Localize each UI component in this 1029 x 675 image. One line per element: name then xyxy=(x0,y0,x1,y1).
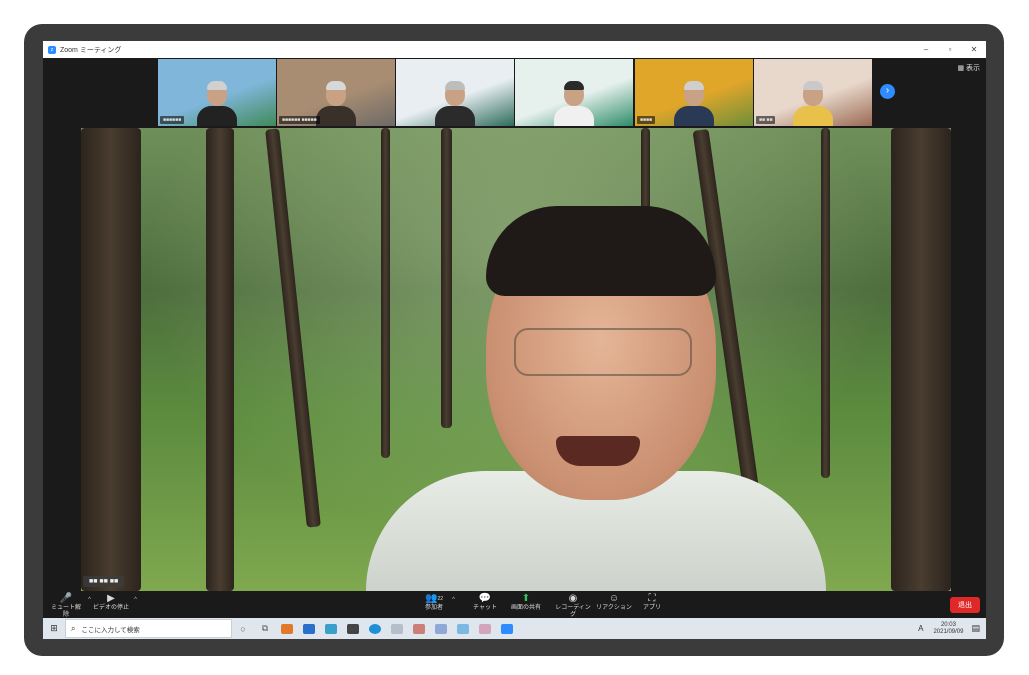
participants-icon: 👥22 xyxy=(424,593,443,604)
participant-video xyxy=(316,81,356,126)
video-camera-icon: ▶ xyxy=(107,593,115,604)
taskbar-app-mail[interactable] xyxy=(303,623,315,634)
monitor-frame: z Zoom ミーティング – ▫ ✕ ■■■■■■ ■■■■■■ ■■■■■ xyxy=(24,24,1004,656)
taskbar-app-browser[interactable] xyxy=(325,623,337,634)
participants-button[interactable]: 👥22 参加者 ^ xyxy=(421,593,455,612)
chevron-up-icon[interactable]: ^ xyxy=(452,597,455,604)
grid-icon: ▦ xyxy=(957,65,966,72)
view-label: 表示 xyxy=(966,65,980,72)
chat-label: チャット xyxy=(473,605,497,611)
apps-button[interactable]: ⛶ アプリ xyxy=(641,593,663,612)
participant-thumbnail[interactable]: ■■■■■■ xyxy=(158,59,276,126)
participant-thumbnail[interactable]: ■■■■■■ ■■■■■ xyxy=(277,59,395,126)
tree-trunk xyxy=(891,128,951,591)
task-view-icon: ⧉ xyxy=(261,623,269,633)
active-speaker-video: ■■ ■■ ■■ xyxy=(81,128,951,591)
tree-trunk xyxy=(206,128,234,591)
participant-thumbnail[interactable]: ■■■■ xyxy=(635,59,753,126)
window-title: Zoom ミーティング xyxy=(60,46,122,54)
mic-muted-icon: 🎤 xyxy=(59,593,73,604)
unmute-label: ミュート解除 xyxy=(50,605,81,618)
participant-thumbnail[interactable] xyxy=(396,59,514,126)
participant-name: ■■■■■■ xyxy=(160,116,185,124)
taskbar-app[interactable] xyxy=(413,623,425,634)
participant-thumbnail[interactable]: ■■ ■■ xyxy=(754,59,872,126)
windows-taskbar: ⊞ ⌕ ここに入力して検索 ○ ⧉ A 20:03 2021/09/09 ▤ xyxy=(43,618,986,639)
task-view-button[interactable]: ⧉ xyxy=(254,623,276,634)
chevron-right-icon: › xyxy=(885,85,890,96)
taskbar-search-box[interactable]: ⌕ ここに入力して検索 xyxy=(65,619,232,638)
search-icon: ⌕ xyxy=(71,623,76,633)
participant-video xyxy=(435,81,475,126)
record-button[interactable]: ◉ レコーディング xyxy=(553,593,593,619)
participant-name: ■■■■ xyxy=(637,116,656,124)
taskbar-clock[interactable]: 20:03 2021/09/09 xyxy=(933,622,963,636)
leave-meeting-button[interactable]: 退出 xyxy=(950,597,980,613)
circle-icon: ○ xyxy=(240,623,246,634)
participant-name: ■■■■■■ ■■■■■ xyxy=(279,116,320,124)
chat-button[interactable]: 💬 チャット xyxy=(473,593,497,612)
record-icon: ◉ xyxy=(568,593,578,604)
participant-video xyxy=(793,81,833,126)
chat-icon: 💬 xyxy=(478,593,492,604)
windows-logo-icon: ⊞ xyxy=(50,623,58,633)
speaker-person xyxy=(366,206,826,591)
taskbar-app[interactable] xyxy=(391,623,403,634)
apps-label: アプリ xyxy=(642,605,661,611)
participant-name: ■■ ■■ xyxy=(756,116,776,124)
meeting-toolbar: 🎤 ミュート解除 ^ ▶ ビデオの停止 ^ 👥22 参加者 ^ 💬 チャット ⬆… xyxy=(43,591,986,618)
next-page-button[interactable]: › xyxy=(880,84,895,99)
gallery-strip: ■■■■■■ ■■■■■■ ■■■■■ ■■■■ ■■ ■■ › ▦ 表示 xyxy=(43,58,986,126)
reactions-button[interactable]: ☺ リアクション xyxy=(596,593,632,612)
minimize-button[interactable]: – xyxy=(914,45,938,54)
chevron-up-icon[interactable]: ^ xyxy=(134,597,137,604)
tree-trunk xyxy=(265,128,321,528)
participants-label: 参加者 xyxy=(424,605,443,611)
share-screen-icon: ⬆ xyxy=(521,593,531,604)
taskbar-app-media[interactable] xyxy=(281,623,293,634)
taskbar-app[interactable] xyxy=(479,623,491,634)
share-screen-label: 画面の共有 xyxy=(510,605,541,611)
close-button[interactable]: ✕ xyxy=(962,45,986,54)
zoom-app-icon: z xyxy=(48,45,56,54)
cortana-button[interactable]: ○ xyxy=(232,624,254,634)
stop-video-label: ビデオの停止 xyxy=(93,605,130,611)
participants-count: 22 xyxy=(437,596,443,602)
clock-time: 20:03 xyxy=(940,621,956,628)
taskbar-app-store[interactable] xyxy=(347,623,359,634)
view-button[interactable]: ▦ 表示 xyxy=(957,63,980,73)
participant-video xyxy=(554,81,594,126)
taskbar-search-placeholder: ここに入力して検索 xyxy=(81,626,140,634)
clock-date: 2021/09/09 xyxy=(933,628,964,635)
maximize-button[interactable]: ▫ xyxy=(938,45,962,54)
chevron-up-icon[interactable]: ^ xyxy=(88,597,91,604)
share-screen-button[interactable]: ⬆ 画面の共有 xyxy=(509,593,543,612)
unmute-button[interactable]: 🎤 ミュート解除 ^ xyxy=(49,593,91,619)
speaker-name: ■■ ■■ ■■ xyxy=(83,576,125,587)
taskbar-app-edge[interactable] xyxy=(369,623,381,634)
taskbar-app[interactable] xyxy=(457,623,469,634)
notification-icon[interactable]: ▤ xyxy=(971,623,980,634)
taskbar-app[interactable] xyxy=(435,623,447,634)
stop-video-button[interactable]: ▶ ビデオの停止 ^ xyxy=(93,593,137,612)
window-titlebar: z Zoom ミーティング – ▫ ✕ xyxy=(43,41,986,58)
taskbar-app-zoom[interactable] xyxy=(501,623,513,634)
participant-thumbnail[interactable] xyxy=(515,59,633,126)
emoji-icon: ☺ xyxy=(608,593,620,604)
participant-video xyxy=(197,81,237,126)
tree-trunk xyxy=(81,128,141,591)
windows-start-button[interactable]: ⊞ xyxy=(43,623,65,634)
window-controls: – ▫ ✕ xyxy=(914,45,986,54)
ime-indicator[interactable]: A xyxy=(918,624,923,633)
reactions-label: リアクション xyxy=(596,605,632,611)
apps-icon: ⛶ xyxy=(648,593,656,604)
participant-video xyxy=(674,81,714,126)
system-tray: A 20:03 2021/09/09 ▤ xyxy=(918,622,986,636)
screen: z Zoom ミーティング – ▫ ✕ ■■■■■■ ■■■■■■ ■■■■■ xyxy=(43,41,986,639)
record-label: レコーディング xyxy=(555,605,591,618)
